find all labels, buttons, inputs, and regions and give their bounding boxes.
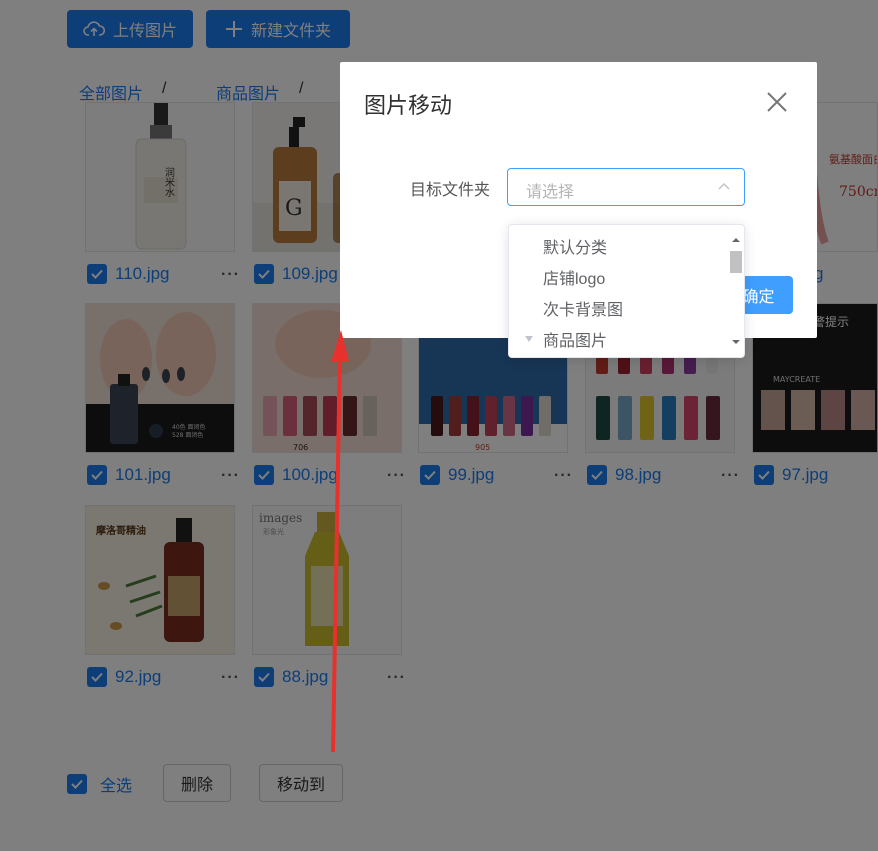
close-icon[interactable] — [765, 90, 789, 114]
scroll-up-icon[interactable] — [729, 235, 743, 245]
folder-dropdown: 默认分类 店铺logo 次卡背景图 商品图片 — [508, 224, 745, 358]
folder-option-store-logo[interactable]: 店铺logo — [509, 262, 729, 292]
target-folder-select[interactable]: 请选择 — [507, 168, 745, 206]
scroll-down-icon[interactable] — [729, 337, 743, 347]
folder-option-product-images[interactable]: 商品图片 — [509, 324, 729, 354]
dropdown-scrollbar[interactable] — [728, 229, 742, 353]
select-placeholder: 请选择 — [526, 184, 575, 201]
chevron-up-icon — [718, 182, 730, 190]
scroll-thumb[interactable] — [730, 251, 742, 273]
dropdown-caret — [540, 216, 556, 224]
dialog-title: 图片移动 — [364, 93, 453, 118]
folder-option-label: 商品图片 — [543, 333, 608, 350]
folder-option-default[interactable]: 默认分类 — [509, 231, 729, 261]
expand-triangle-icon[interactable] — [525, 336, 533, 342]
confirm-label: 确定 — [742, 289, 775, 306]
target-folder-label: 目标文件夹 — [410, 182, 491, 199]
folder-option-card-background[interactable]: 次卡背景图 — [509, 293, 729, 323]
